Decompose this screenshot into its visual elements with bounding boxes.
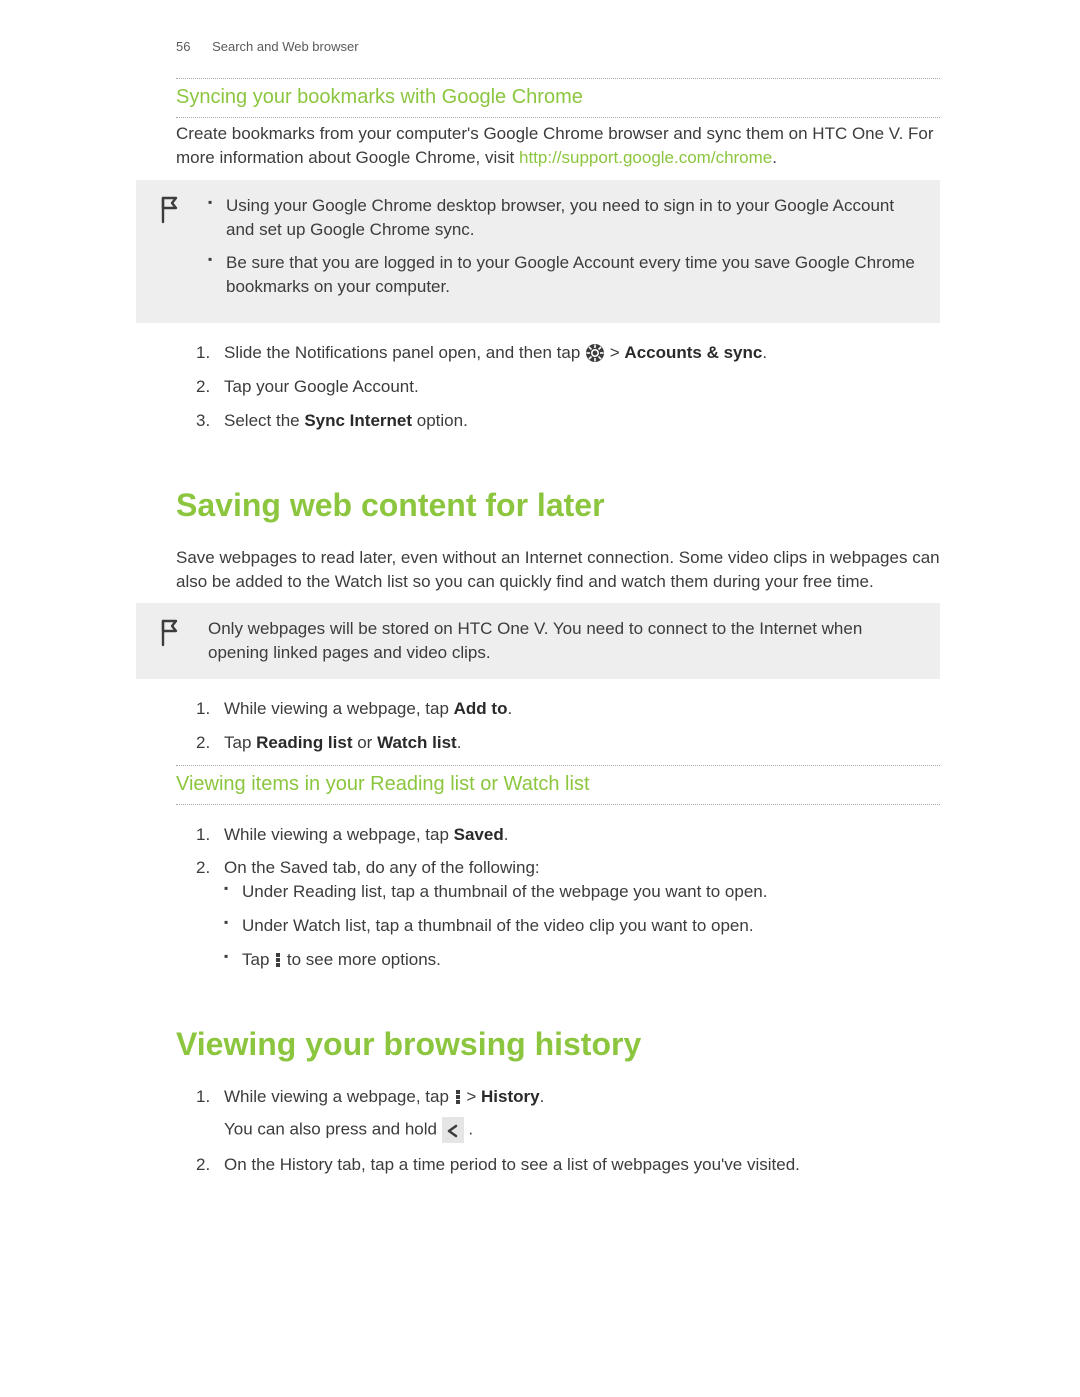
text: or: [353, 733, 378, 752]
page: 56 Search and Web browser Syncing your b…: [0, 0, 1080, 1397]
bold-label: History: [481, 1087, 540, 1106]
overflow-menu-icon: [274, 947, 282, 971]
step-1: 1. While viewing a webpage, tap Add to.: [196, 697, 940, 721]
flag-icon: [160, 619, 186, 647]
text: .: [464, 1120, 473, 1139]
step-1: 1. Slide the Notifications panel open, a…: [196, 341, 940, 365]
step-number: 1.: [196, 823, 210, 847]
gear-icon: [585, 341, 605, 365]
list-item: Be sure that you are logged in to your G…: [208, 251, 920, 299]
divider: [176, 117, 940, 118]
section-name: Search and Web browser: [212, 39, 358, 54]
text: While viewing a webpage, tap: [224, 1087, 454, 1106]
list-item: Under Reading list, tap a thumbnail of t…: [224, 880, 940, 904]
back-icon: [442, 1117, 464, 1143]
heading-saving-web-content: Saving web content for later: [176, 483, 940, 528]
step-number: 1.: [196, 1085, 210, 1109]
step-2: 2. On the Saved tab, do any of the follo…: [196, 856, 940, 972]
divider: [176, 804, 940, 805]
overflow-menu-icon: [454, 1085, 462, 1109]
text: .: [504, 825, 509, 844]
step-2: 2. Tap your Google Account.: [196, 375, 940, 399]
step-number: 1.: [196, 341, 210, 365]
heading-viewing-items: Viewing items in your Reading list or Wa…: [176, 770, 940, 798]
text: Slide the Notifications panel open, and …: [224, 343, 585, 362]
step-1: 1. While viewing a webpage, tap > Histor…: [196, 1085, 940, 1143]
text: While viewing a webpage, tap: [224, 699, 454, 718]
text: Tap: [224, 733, 256, 752]
list-item: Using your Google Chrome desktop browser…: [208, 194, 920, 242]
sub-paragraph: You can also press and hold .: [224, 1117, 940, 1143]
note-callout: Only webpages will be stored on HTC One …: [136, 603, 940, 679]
bold-label: Watch list: [377, 733, 457, 752]
divider: [176, 765, 940, 766]
step-3: 3. Select the Sync Internet option.: [196, 409, 940, 433]
text: .: [772, 148, 777, 167]
callout-text: Only webpages will be stored on HTC One …: [208, 617, 920, 665]
text: You can also press and hold: [224, 1120, 442, 1139]
flag-icon: [160, 196, 186, 224]
step-number: 2.: [196, 731, 210, 755]
step-2: 2. Tap Reading list or Watch list.: [196, 731, 940, 755]
step-1: 1. While viewing a webpage, tap Saved.: [196, 823, 940, 847]
text: to see more options.: [282, 950, 441, 969]
running-header: 56 Search and Web browser: [176, 38, 940, 56]
text: Select the: [224, 411, 304, 430]
divider: [176, 78, 940, 79]
step-number: 1.: [196, 697, 210, 721]
text: Tap your Google Account.: [224, 377, 419, 396]
text: option.: [412, 411, 468, 430]
note-callout: Using your Google Chrome desktop browser…: [136, 180, 940, 323]
text: .: [507, 699, 512, 718]
step-number: 3.: [196, 409, 210, 433]
text: >: [605, 343, 624, 362]
list-item: Under Watch list, tap a thumbnail of the…: [224, 914, 940, 938]
text: While viewing a webpage, tap: [224, 825, 454, 844]
text: On the Saved tab, do any of the followin…: [224, 858, 540, 877]
step-2: 2. On the History tab, tap a time period…: [196, 1153, 940, 1177]
bold-label: Reading list: [256, 733, 352, 752]
text: .: [540, 1087, 545, 1106]
text: .: [457, 733, 462, 752]
text: On the History tab, tap a time period to…: [224, 1155, 800, 1174]
step-number: 2.: [196, 856, 210, 880]
text: Tap: [242, 950, 274, 969]
paragraph: Create bookmarks from your computer's Go…: [176, 122, 940, 170]
support-link[interactable]: http://support.google.com/chrome: [519, 148, 772, 167]
text: .: [762, 343, 767, 362]
page-number: 56: [176, 39, 190, 54]
paragraph: Save webpages to read later, even withou…: [176, 546, 940, 594]
bold-label: Accounts & sync: [624, 343, 762, 362]
text: >: [462, 1087, 481, 1106]
step-number: 2.: [196, 375, 210, 399]
step-number: 2.: [196, 1153, 210, 1177]
heading-sync-bookmarks: Syncing your bookmarks with Google Chrom…: [176, 83, 940, 111]
heading-viewing-history: Viewing your browsing history: [176, 1022, 940, 1067]
bold-label: Sync Internet: [304, 411, 412, 430]
list-item: Tap to see more options.: [224, 948, 940, 972]
bold-label: Saved: [454, 825, 504, 844]
bold-label: Add to: [454, 699, 508, 718]
